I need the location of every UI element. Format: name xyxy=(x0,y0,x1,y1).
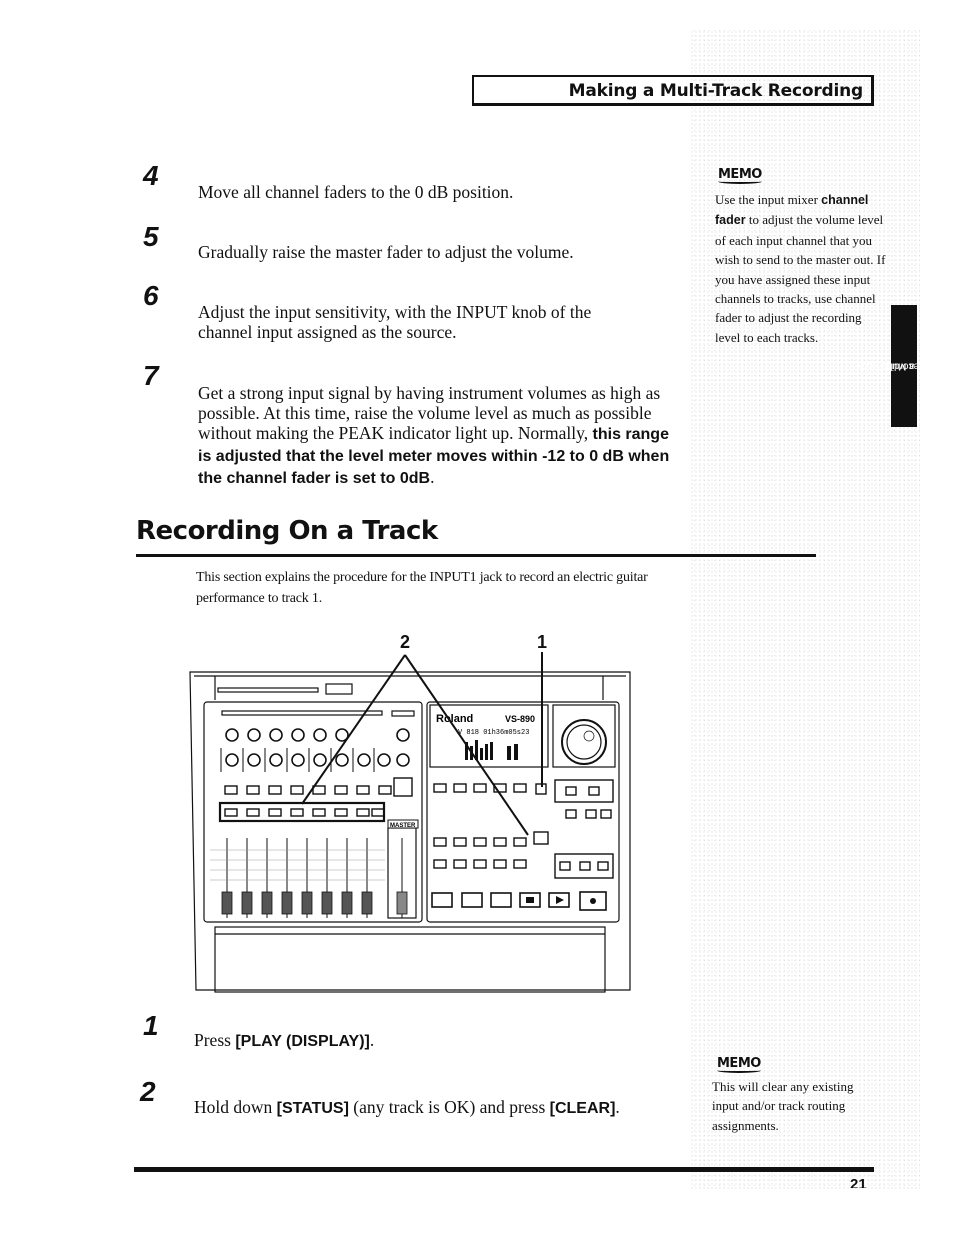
model-label: VS-890 xyxy=(505,714,535,724)
master-label: MASTER xyxy=(390,823,416,829)
jog-wheel xyxy=(561,719,607,765)
memo-icon: MEMO xyxy=(717,1056,761,1073)
step-text-b: . xyxy=(369,1030,375,1050)
side-tab-line2: Recording xyxy=(881,360,927,372)
brand-logo: Roland xyxy=(436,713,473,725)
step-text-a: Hold down xyxy=(194,1097,277,1117)
running-header-title: Making a Multi-Track Recording xyxy=(568,81,864,101)
step-text-a: Press xyxy=(194,1030,236,1050)
step-number: 1 xyxy=(143,1010,159,1041)
memo-icon: MEMO xyxy=(718,167,762,184)
step-text-b: (any track is OK) and press xyxy=(348,1097,550,1117)
step-text: Adjust the input sensitivity, with the I… xyxy=(198,302,592,342)
status-buttons-highlight xyxy=(218,801,386,823)
step-number: 7 xyxy=(143,360,159,391)
fader-caps xyxy=(221,891,408,915)
footer-rule xyxy=(134,1167,874,1172)
input-knobs xyxy=(225,728,410,742)
step-text: Press [PLAY (DISPLAY)]. xyxy=(194,1030,669,1052)
step-text: Move all channel faders to the 0 dB posi… xyxy=(198,182,514,202)
vs890-panel-illustration: Roland VS-890 V 818 01h36m05s23 MASTER xyxy=(189,652,631,993)
step-number: 4 xyxy=(143,160,159,191)
button-ref-play-display: [PLAY (DISPLAY)] xyxy=(235,1033,370,1050)
step-text-end: . xyxy=(430,467,435,487)
memo-label: MEMO xyxy=(717,1056,761,1071)
step-text-plain: Get a strong input signal by having inst… xyxy=(198,383,661,443)
section-intro: This section explains the procedure for … xyxy=(196,570,648,606)
step-text: Hold down [STATUS] (any track is OK) and… xyxy=(194,1097,674,1119)
lcd-counter: V 818 01h36m05s23 xyxy=(458,729,529,737)
section-divider xyxy=(136,554,816,557)
memo-label: MEMO xyxy=(718,167,762,182)
step-number: 2 xyxy=(140,1076,156,1107)
step-text: Gradually raise the master fader to adju… xyxy=(198,242,574,262)
memo-text-a: Use the input mixer xyxy=(715,192,822,207)
step-text-c: . xyxy=(615,1097,620,1117)
step-number: 5 xyxy=(143,221,159,252)
button-ref-clear: [CLEAR] xyxy=(549,1100,616,1117)
section-title: Recording On a Track xyxy=(136,516,438,546)
chapter-side-tab[interactable]: Making a Multi-Track Recording xyxy=(858,305,950,427)
front-panel xyxy=(214,926,606,993)
pan-knobs xyxy=(225,753,410,767)
transport-buttons xyxy=(431,891,607,911)
running-header: Making a Multi-Track Recording xyxy=(472,75,874,106)
step-number: 6 xyxy=(143,280,159,311)
memo-text-b: to adjust the volume level of each input… xyxy=(715,212,886,345)
locator-buttons xyxy=(433,831,614,879)
status-buttons xyxy=(224,808,385,817)
lcd-level-meters xyxy=(465,740,518,760)
memo-text: This will clear any existing input and/o… xyxy=(712,1079,854,1133)
button-ref-status: [STATUS] xyxy=(276,1100,349,1117)
effect-buttons xyxy=(433,779,614,819)
memo-text: Use the input mixer channel fader to adj… xyxy=(715,190,887,347)
step-text: Get a strong input signal by having inst… xyxy=(198,383,670,489)
page-number: 21 xyxy=(850,1176,867,1188)
device-body xyxy=(189,671,631,991)
